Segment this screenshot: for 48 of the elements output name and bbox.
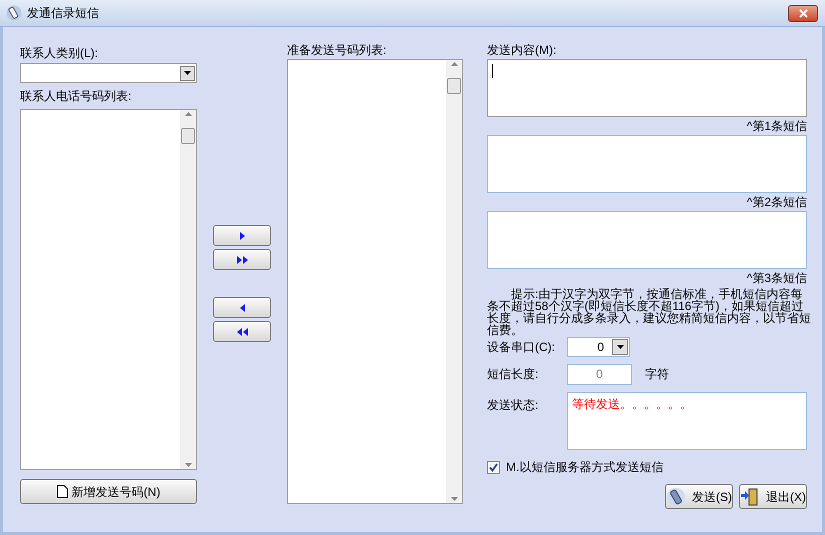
add-number-button[interactable] <box>213 249 271 270</box>
message-part-caption: ^第2条短信 <box>746 194 807 211</box>
right-arrow-icon <box>240 232 244 240</box>
server-mode-label: M.以短信服务器方式发送短信 <box>506 459 664 476</box>
scrollbar[interactable] <box>446 60 462 503</box>
length-field[interactable]: 0 <box>567 364 632 384</box>
add-number-button[interactable]: 新增发送号码(N) <box>20 479 197 504</box>
exit-door-icon <box>740 488 760 506</box>
scroll-thumb[interactable] <box>447 78 461 94</box>
scroll-up-icon[interactable] <box>450 62 458 66</box>
port-label: 设备串口(C): <box>487 339 556 356</box>
phone-icon <box>666 486 686 506</box>
message-part-caption: ^第1条短信 <box>746 118 807 135</box>
add-number-button[interactable] <box>213 225 271 246</box>
scroll-up-icon[interactable] <box>184 112 192 116</box>
send-list-label: 准备发送号码列表: <box>287 42 388 59</box>
left-arrow-icon <box>240 304 244 312</box>
check-icon <box>489 462 498 472</box>
scroll-thumb[interactable] <box>181 128 195 144</box>
scroll-down-icon[interactable] <box>450 497 458 501</box>
phone-list-label: 联系人电话号码列表: <box>20 88 132 105</box>
document-icon <box>56 485 68 498</box>
send-button[interactable]: 发送(S) <box>665 484 733 509</box>
left-arrow-icon <box>236 328 248 336</box>
exit-button[interactable]: 退出(X) <box>739 484 807 509</box>
message-field[interactable] <box>487 135 807 193</box>
checkbox[interactable] <box>487 460 500 474</box>
close-icon <box>798 8 808 18</box>
window-title: 发通信录短信 <box>27 5 99 22</box>
phone-icon <box>6 5 22 21</box>
status-label: 发送状态: <box>487 397 540 414</box>
message-label: 发送内容(M): <box>487 42 558 59</box>
message-part-caption: ^第3条短信 <box>746 270 807 287</box>
message-field[interactable] <box>487 211 807 269</box>
port-dropdown[interactable]: 0 <box>567 337 630 357</box>
right-arrow-icon <box>236 256 248 264</box>
scroll-down-icon[interactable] <box>184 463 192 467</box>
message-field[interactable] <box>487 59 807 117</box>
close-button[interactable] <box>788 4 818 22</box>
scrollbar[interactable] <box>180 110 196 469</box>
length-unit: 字符 <box>645 366 669 383</box>
hint-text: 提示:由于汉字为双字节，按通信标准，手机短信内容每条不超过58个汉字(即短信长度不超116字节)，如果短信超过长度，请自行分成多条录入，建议您精简短信内容，以节省短信费。 <box>487 287 811 337</box>
remove-number-button[interactable] <box>213 321 271 342</box>
remove-number-button[interactable] <box>213 297 271 318</box>
length-label: 短信长度: <box>487 366 540 383</box>
status-field: 等待发送。。。。。。 <box>566 392 807 450</box>
text-cursor <box>492 64 493 78</box>
category-label: 联系人类别(L): <box>20 45 99 62</box>
